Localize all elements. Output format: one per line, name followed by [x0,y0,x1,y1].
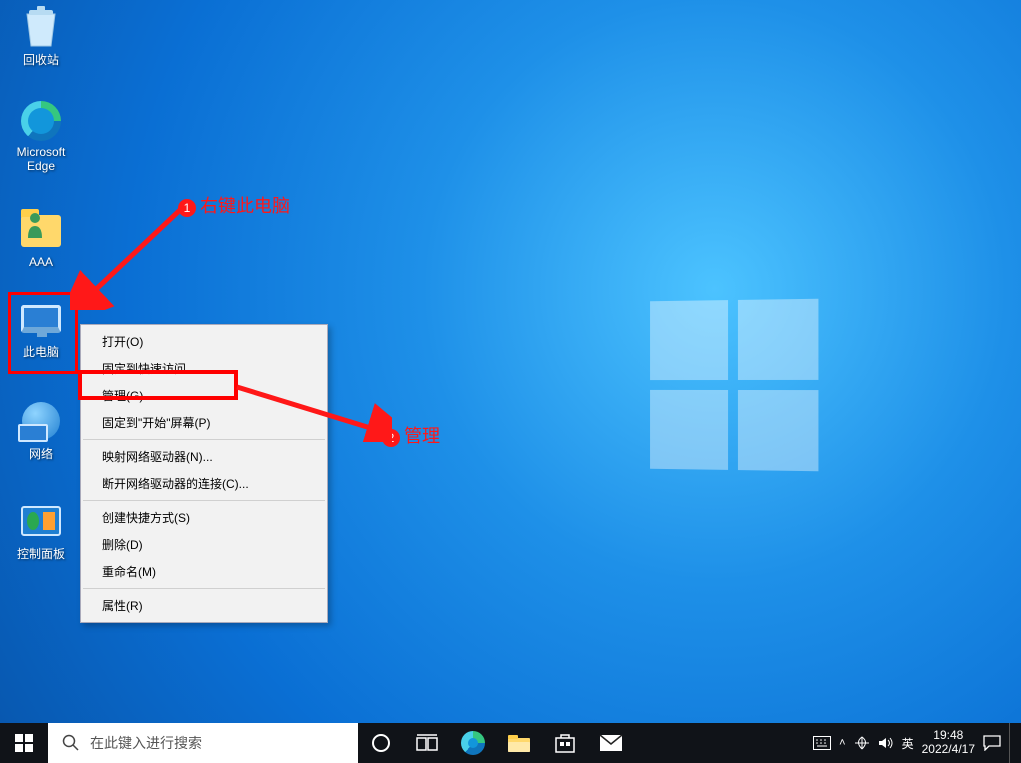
menu-delete[interactable]: 删除(D) [82,531,326,558]
recycle-bin-label: 回收站 [4,51,78,68]
network-icon [20,400,62,442]
folder-aaa[interactable]: AAA [4,210,78,269]
annotation-2: 2管理 [382,422,440,448]
annotation-1-badge: 1 [178,199,196,217]
show-desktop-button[interactable] [1009,723,1015,763]
taskbar-store[interactable] [542,723,588,763]
search-placeholder: 在此键入进行搜索 [90,733,202,753]
menu-rename[interactable]: 重命名(M) [82,558,326,585]
menu-separator [83,439,325,440]
menu-separator [83,588,325,589]
annotation-1-text: 右键此电脑 [200,196,290,216]
recycle-bin[interactable]: 回收站 [4,6,78,68]
this-pc-icon [20,298,62,340]
menu-properties[interactable]: 属性(R) [82,592,326,619]
control-panel-icon [20,500,62,542]
folder-aaa-label: AAA [4,255,78,269]
annotation-arrow-1 [70,200,190,310]
annotation-1: 1右键此电脑 [178,192,290,218]
annotation-2-text: 管理 [404,426,440,446]
cortana-button[interactable] [358,723,404,763]
start-button[interactable] [0,723,48,763]
microsoft-store-icon [554,732,576,754]
windows-start-icon [15,734,33,752]
folder-icon [20,210,62,252]
menu-separator [83,500,325,501]
menu-map-network-drive[interactable]: 映射网络驱动器(N)... [82,443,326,470]
task-view-button[interactable] [404,723,450,763]
menu-open[interactable]: 打开(O) [82,328,326,355]
network-tray-icon[interactable] [854,736,870,750]
edge-label: Microsoft Edge [4,145,78,173]
windows-logo-watermark [650,299,818,472]
this-pc-label: 此电脑 [4,343,78,360]
control-panel-label: 控制面板 [4,545,78,562]
menu-pin-start[interactable]: 固定到"开始"屏幕(P) [82,409,326,436]
desktop[interactable]: 回收站 Microsoft Edge AAA 此电脑 网络 控制面板 打开(O)… [0,0,1021,723]
mail-icon [599,734,623,752]
ime-indicator[interactable]: 英 [902,735,914,752]
edge-icon [461,731,485,755]
action-center-icon[interactable] [983,735,1001,751]
annotation-2-badge: 2 [382,429,400,447]
menu-disconnect-network-drive[interactable]: 断开网络驱动器的连接(C)... [82,470,326,497]
file-explorer-icon [507,733,531,753]
clock-date: 2022/4/17 [922,743,975,757]
network-label: 网络 [4,445,78,462]
control-panel[interactable]: 控制面板 [4,500,78,562]
menu-pin-quick-access[interactable]: 固定到快速访问 [82,355,326,382]
cortana-icon [371,733,391,753]
context-menu: 打开(O) 固定到快速访问 管理(G) 固定到"开始"屏幕(P) 映射网络驱动器… [80,324,328,623]
network[interactable]: 网络 [4,400,78,462]
menu-manage[interactable]: 管理(G) [82,382,326,409]
menu-create-shortcut[interactable]: 创建快捷方式(S) [82,504,326,531]
taskbar-mail[interactable] [588,723,634,763]
taskbar: 在此键入进行搜索 ˄ 英 19:48 2022/4/17 [0,723,1021,763]
this-pc[interactable]: 此电脑 [4,298,78,360]
task-view-icon [416,734,438,752]
clock-time: 19:48 [922,729,975,743]
taskbar-edge[interactable] [450,723,496,763]
microsoft-edge[interactable]: Microsoft Edge [4,100,78,173]
system-tray: ˄ 英 19:48 2022/4/17 [813,723,1021,763]
tray-chevron-up-icon[interactable]: ˄ [839,737,845,749]
taskbar-file-explorer[interactable] [496,723,542,763]
clock[interactable]: 19:48 2022/4/17 [922,729,975,757]
touch-keyboard-icon[interactable] [813,736,831,750]
edge-icon [20,100,62,142]
taskbar-search[interactable]: 在此键入进行搜索 [48,723,358,763]
volume-icon[interactable] [878,736,894,750]
search-icon [62,734,80,752]
recycle-bin-icon [20,6,62,48]
